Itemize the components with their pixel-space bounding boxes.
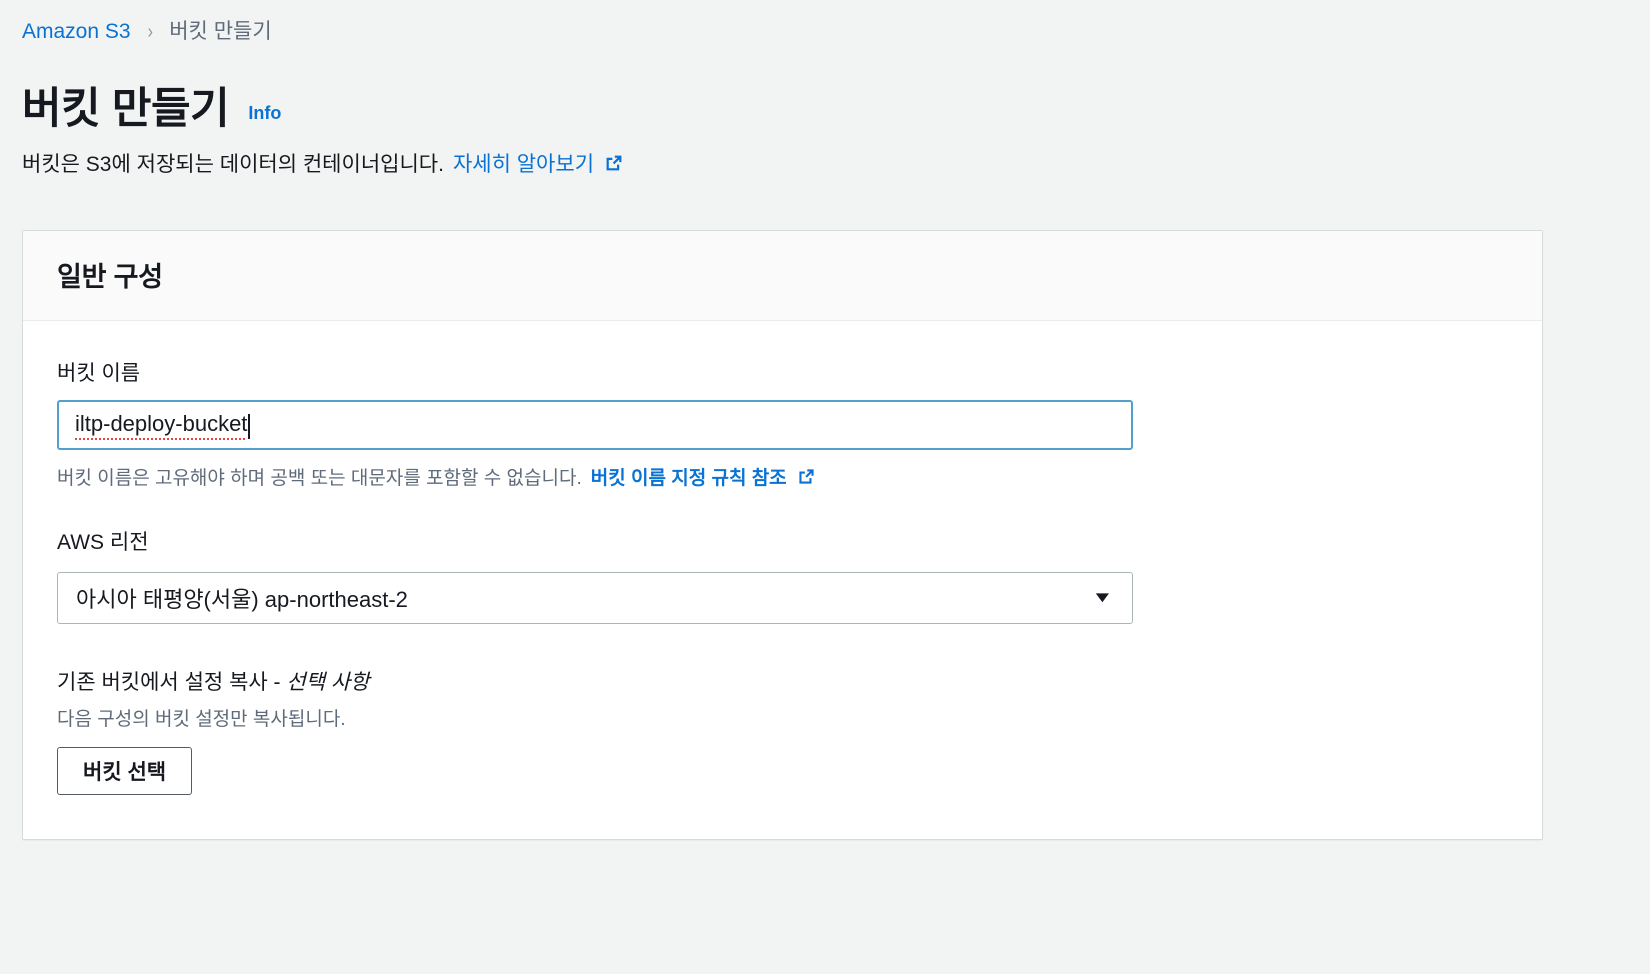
bucket-name-helper: 버킷 이름은 고유해야 하며 공백 또는 대문자를 포함할 수 없습니다. 버킷…	[57, 464, 1508, 494]
external-link-icon	[603, 152, 625, 182]
breadcrumb: Amazon S3 › 버킷 만들기	[0, 0, 1650, 45]
text-cursor	[248, 413, 251, 439]
bucket-name-helper-text: 버킷 이름은 고유해야 하며 공백 또는 대문자를 포함할 수 없습니다.	[57, 467, 582, 489]
copy-settings-group: 기존 버킷에서 설정 복사 - 선택 사항 다음 구성의 버킷 설정만 복사됩니…	[57, 666, 1508, 795]
copy-settings-title: 기존 버킷에서 설정 복사 - 선택 사항	[57, 666, 1508, 696]
breadcrumb-link-amazon-s3[interactable]: Amazon S3	[22, 18, 131, 45]
card-title: 일반 구성	[57, 262, 163, 293]
page-description-text: 버킷은 S3에 저장되는 데이터의 컨테이너입니다.	[22, 153, 444, 177]
breadcrumb-current: 버킷 만들기	[169, 20, 272, 43]
aws-region-label: AWS 리전	[57, 530, 149, 554]
copy-settings-title-text: 기존 버킷에서 설정 복사 -	[57, 670, 287, 694]
card-body: 버킷 이름 iltp-deploy-bucket 버킷 이름은 고유해야 하며 …	[23, 321, 1542, 839]
aws-region-field-group: AWS 리전 아시아 태평양(서울) ap-northeast-2 ▼	[57, 526, 1508, 624]
bucket-name-field-group: 버킷 이름 iltp-deploy-bucket 버킷 이름은 고유해야 하며 …	[57, 357, 1508, 494]
copy-settings-optional-label: 선택 사항	[286, 670, 370, 694]
bucket-name-input-value: iltp-deploy-bucket	[75, 410, 248, 440]
learn-more-link[interactable]: 자세히 알아보기	[453, 150, 594, 179]
aws-region-selected-value: 아시아 태평양(서울) ap-northeast-2	[76, 586, 408, 612]
choose-bucket-button[interactable]: 버킷 선택	[57, 746, 193, 795]
bucket-name-label: 버킷 이름	[57, 362, 141, 386]
page-title: 버킷 만들기	[22, 85, 230, 134]
breadcrumb-separator-icon: ›	[147, 20, 153, 43]
create-bucket-page: Amazon S3 › 버킷 만들기 버킷 만들기 Info 버킷은 S3에 저…	[0, 0, 1650, 974]
general-configuration-card: 일반 구성 버킷 이름 iltp-deploy-bucket 버킷 이름은 고유…	[22, 230, 1543, 840]
page-title-row: 버킷 만들기 Info	[22, 85, 1650, 134]
card-header: 일반 구성	[23, 231, 1542, 322]
bucket-naming-rules-link[interactable]: 버킷 이름 지정 규칙 참조	[591, 466, 787, 493]
page-description: 버킷은 S3에 저장되는 데이터의 컨테이너입니다. 자세히 알아보기	[22, 150, 1650, 180]
bucket-name-input[interactable]: iltp-deploy-bucket	[57, 400, 1133, 451]
copy-settings-description: 다음 구성의 버킷 설정만 복사됩니다.	[57, 708, 346, 730]
external-link-icon	[796, 466, 817, 496]
chevron-down-icon: ▼	[1091, 589, 1114, 607]
aws-region-select-wrap: 아시아 태평양(서울) ap-northeast-2 ▼	[57, 571, 1508, 624]
info-link[interactable]: Info	[248, 103, 281, 124]
page-header: 버킷 만들기 Info 버킷은 S3에 저장되는 데이터의 컨테이너입니다. 자…	[0, 45, 1650, 180]
aws-region-select[interactable]: 아시아 태평양(서울) ap-northeast-2 ▼	[57, 571, 1133, 624]
